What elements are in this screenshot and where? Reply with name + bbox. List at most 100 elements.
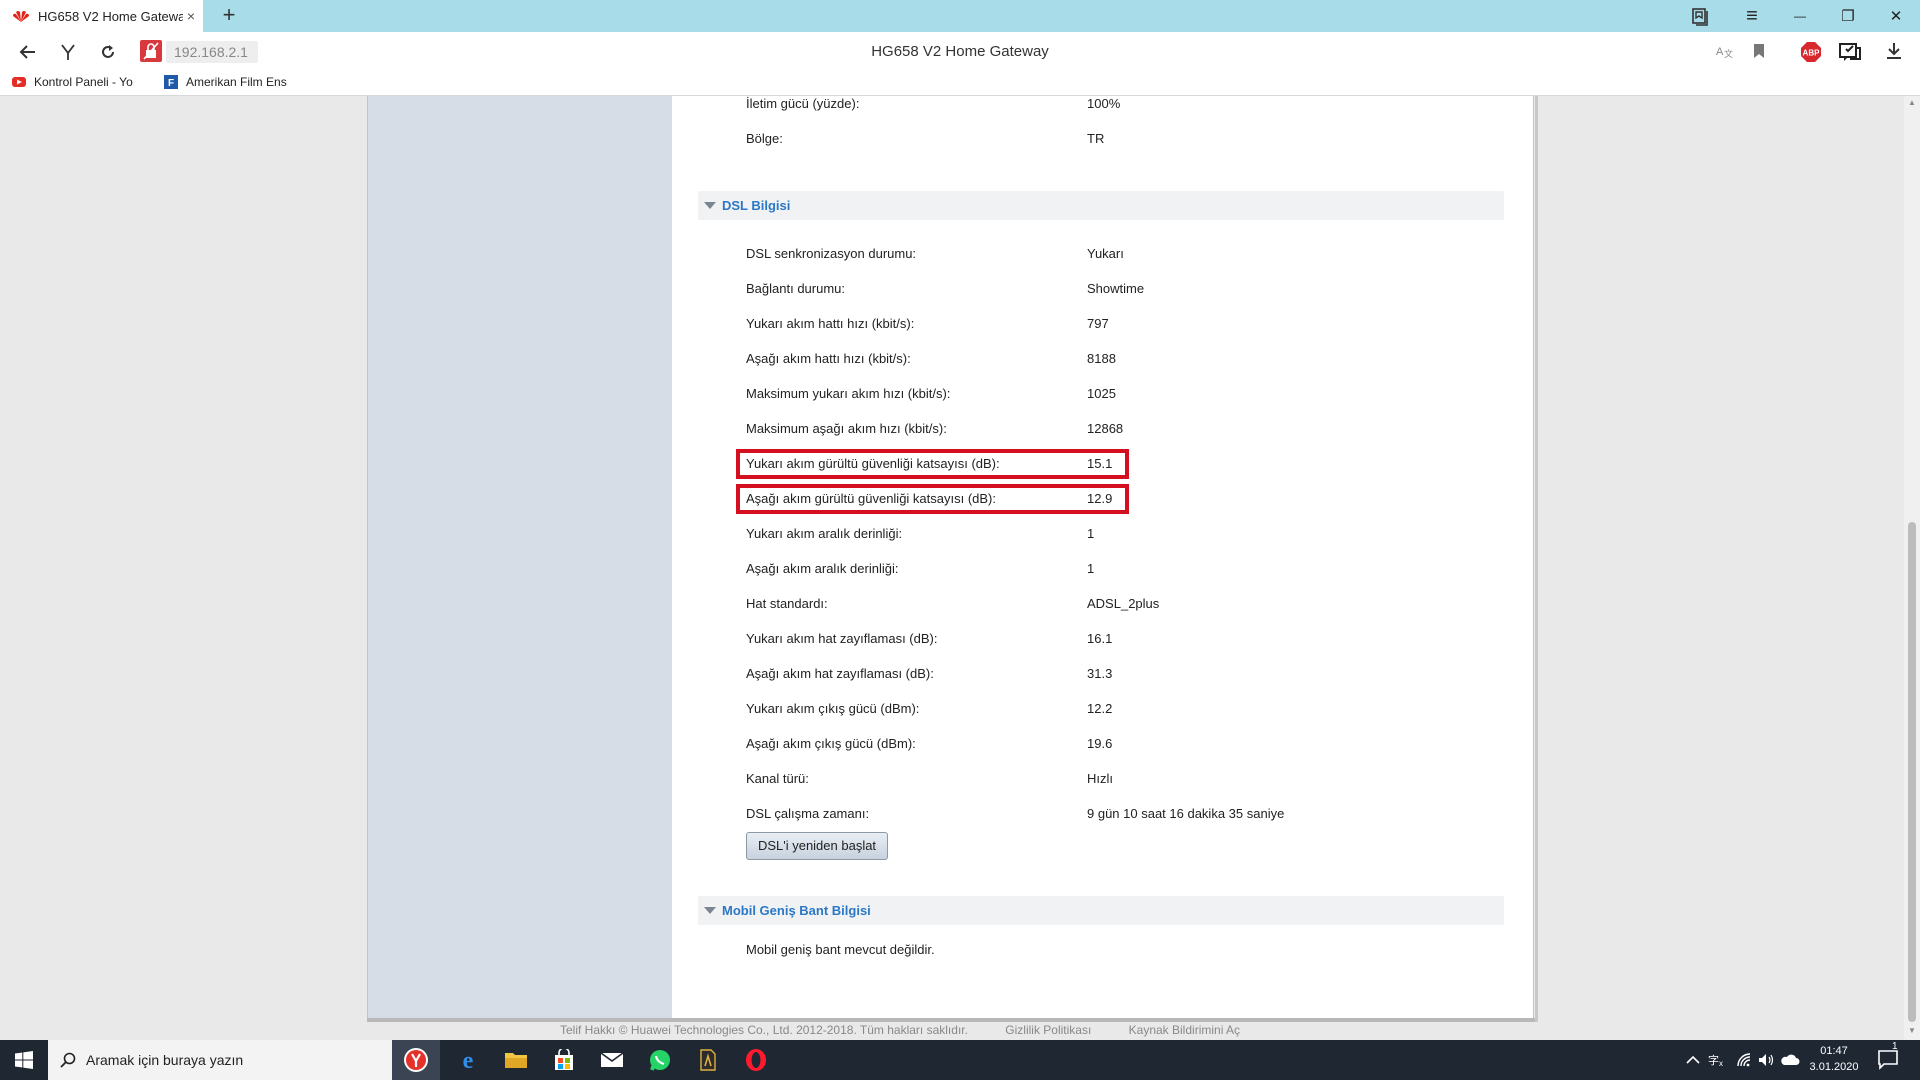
row-value: 1: [1087, 526, 1095, 541]
store-app[interactable]: [540, 1040, 588, 1080]
translate-icon[interactable]: A 文: [1716, 43, 1734, 59]
row-value: 16.1: [1087, 631, 1113, 646]
mobile-section-header[interactable]: Mobil Geniş Bant Bilgisi: [698, 896, 1504, 925]
page-title: HG658 V2 Home Gateway: [871, 43, 1049, 60]
whatsapp-app[interactable]: [636, 1040, 684, 1080]
row-label: Kanal türü:: [746, 771, 809, 786]
svg-text:e: e: [463, 1048, 474, 1072]
bookmark-kontrol-paneli[interactable]: Kontrol Paneli - Yo: [12, 75, 146, 89]
section-title: Mobil Geniş Bant Bilgisi: [722, 903, 871, 918]
address-bar: 192.168.2.1 HG658 V2 Home Gateway A 文 AB…: [0, 32, 1920, 72]
vertical-scrollbar[interactable]: ▲ ▼: [1904, 96, 1920, 1040]
download-icon[interactable]: [1884, 41, 1904, 61]
privacy-link[interactable]: Gizlilik Politikası: [1005, 1023, 1091, 1037]
svg-text:F: F: [168, 78, 174, 89]
section-title: DSL Bilgisi: [722, 198, 791, 213]
copyright-text: Telif Hakkı © Huawei Technologies Co., L…: [560, 1023, 968, 1037]
bookmark-label: Kontrol Paneli - Yo: [34, 75, 133, 89]
huawei-logo-icon: [13, 11, 29, 22]
onedrive-icon[interactable]: [1780, 1052, 1800, 1068]
row-value: 797: [1087, 316, 1109, 331]
source-notice-link[interactable]: Kaynak Bildirimini Aç: [1129, 1023, 1240, 1037]
restore-button[interactable]: ❐: [1824, 0, 1872, 32]
left-nav-panel: [367, 96, 672, 1018]
app-shortcut[interactable]: [684, 1040, 732, 1080]
show-hidden-icons-icon[interactable]: [1686, 1054, 1700, 1066]
back-arrow-icon[interactable]: [16, 40, 40, 64]
notification-count: 1: [1892, 1041, 1898, 1052]
row-value: 1025: [1087, 386, 1116, 401]
row-value: ADSL_2plus: [1087, 596, 1160, 611]
minimize-button[interactable]: —: [1776, 0, 1824, 32]
whatsapp-icon: [650, 1050, 670, 1071]
wifi-icon[interactable]: [1736, 1052, 1754, 1068]
collapse-arrow-icon[interactable]: [704, 202, 716, 209]
taskbar-search[interactable]: Aramak için buraya yazın: [48, 1040, 392, 1080]
windows-logo-icon: [15, 1051, 33, 1069]
svg-text:ABP: ABP: [1803, 49, 1821, 58]
mail-app[interactable]: [588, 1040, 636, 1080]
search-placeholder: Aramak için buraya yazın: [86, 1052, 244, 1068]
adblock-plus-icon[interactable]: ABP: [1800, 41, 1822, 63]
scroll-up-arrow-icon[interactable]: ▲: [1904, 98, 1920, 110]
mail-icon: [600, 1052, 624, 1067]
row-label: Aşağı akım aralık derinliği:: [746, 561, 899, 576]
collapse-arrow-icon[interactable]: [704, 907, 716, 914]
edge-icon: e: [463, 1048, 474, 1072]
bookmark-label: Amerikan Film Ens: [186, 75, 287, 89]
reload-icon[interactable]: [96, 40, 120, 64]
scroll-thumb[interactable]: [1908, 522, 1916, 1022]
bookmark-icon[interactable]: [1752, 43, 1766, 59]
extension-chat-icon[interactable]: [1838, 40, 1862, 64]
browser-menu-icon[interactable]: ≡: [1728, 0, 1776, 32]
collections-icon[interactable]: [1690, 6, 1712, 26]
language-icon[interactable]: 字x: [1708, 1052, 1726, 1068]
not-secure-icon[interactable]: [140, 40, 162, 62]
row-value: 12.2: [1087, 701, 1113, 716]
row-value: 12868: [1087, 421, 1124, 436]
row-label: Maksimum yukarı akım hızı (kbit/s):: [746, 386, 951, 401]
row-value: 9 gün 10 saat 16 dakika 35 saniye: [1087, 806, 1285, 821]
svg-text:文: 文: [1724, 48, 1733, 59]
tab-close-icon[interactable]: ×: [187, 8, 195, 24]
edge-app[interactable]: e: [444, 1040, 492, 1080]
tab-bar: HG658 V2 Home Gateway × + ≡ — ❐ ✕: [0, 0, 1920, 32]
dsl-section-header[interactable]: DSL Bilgisi: [698, 191, 1504, 220]
windows-taskbar: Aramak için buraya yazın e 字x 01:47 3.01…: [0, 1040, 1920, 1080]
youtube-icon: [12, 77, 26, 87]
row-value: TR: [1087, 131, 1105, 146]
app-tile-icon: [700, 1049, 716, 1071]
row-value: Hızlı: [1087, 771, 1113, 786]
scroll-down-arrow-icon[interactable]: ▼: [1904, 1026, 1920, 1038]
start-button[interactable]: [0, 1040, 48, 1080]
main-content: İletim gücü (yüzde): 100% Bölge: TR DSL …: [672, 96, 1534, 1018]
svg-text:字: 字: [1708, 1053, 1719, 1067]
search-icon: [60, 1052, 76, 1068]
dsl-restart-button[interactable]: DSL'i yeniden başlat: [746, 832, 888, 860]
row-value: Showtime: [1087, 281, 1145, 296]
row-label: İletim gücü (yüzde):: [746, 96, 860, 111]
yandex-browser-app[interactable]: [392, 1040, 440, 1080]
bookmarks-bar: Kontrol Paneli - Yo F Amerikan Film Ens: [0, 72, 1920, 96]
close-window-button[interactable]: ✕: [1872, 0, 1920, 32]
clock-date: 3.01.2020: [1809, 1061, 1859, 1073]
file-explorer-app[interactable]: [492, 1040, 540, 1080]
highlight-box: [736, 449, 1129, 479]
new-tab-button[interactable]: +: [217, 4, 241, 28]
page-footer: Telif Hakkı © Huawei Technologies Co., L…: [560, 1023, 1274, 1037]
page-viewport: İletim gücü (yüzde): 100% Bölge: TR DSL …: [0, 96, 1920, 1040]
svg-text:x: x: [1719, 1059, 1723, 1068]
tab-title: HG658 V2 Home Gateway: [38, 8, 183, 24]
row-value: 8188: [1087, 351, 1116, 366]
folder-icon: [505, 1053, 527, 1068]
mobile-status-text: Mobil geniş bant mevcut değildir.: [746, 942, 935, 957]
yandex-logo-icon[interactable]: [56, 40, 80, 64]
system-clock[interactable]: 01:47 3.01.2020: [1806, 1043, 1862, 1075]
url-field[interactable]: 192.168.2.1: [166, 41, 258, 63]
volume-icon[interactable]: [1758, 1052, 1776, 1068]
bookmark-amerikan-film[interactable]: F Amerikan Film Ens: [164, 75, 296, 89]
browser-tab[interactable]: HG658 V2 Home Gateway ×: [0, 0, 203, 32]
row-label: Aşağı akım hat zayıflaması (dB):: [746, 666, 934, 681]
opera-app[interactable]: [732, 1040, 780, 1080]
row-value: Yukarı: [1087, 246, 1124, 261]
